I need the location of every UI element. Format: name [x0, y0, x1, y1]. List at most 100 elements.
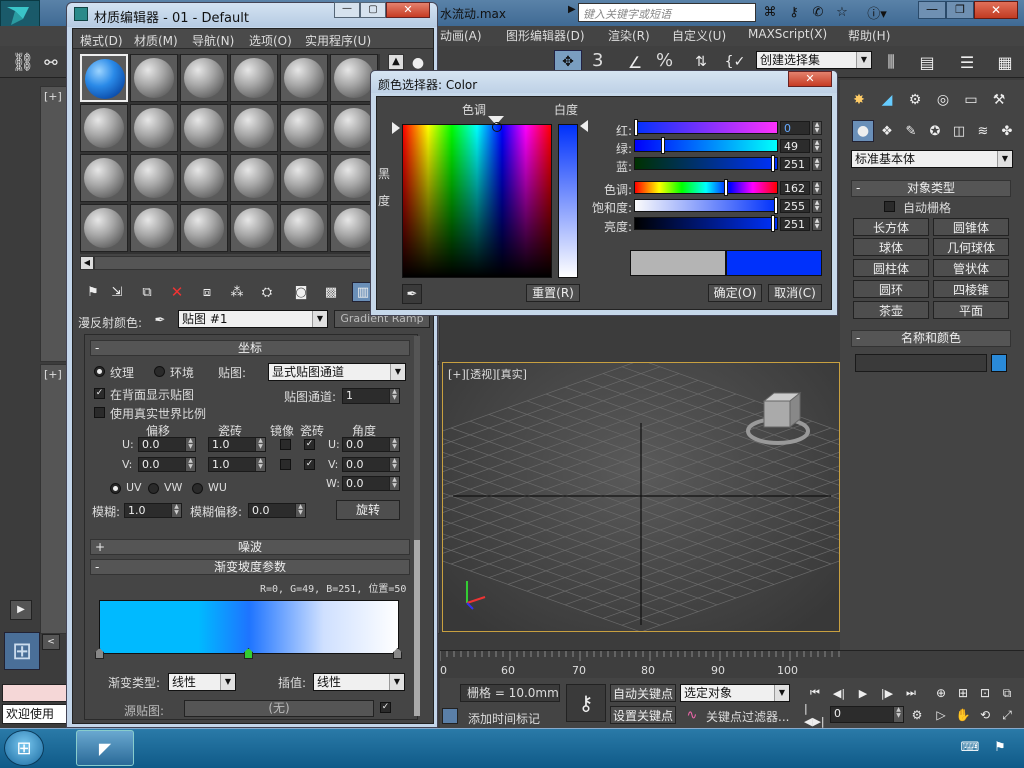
sample-slot[interactable] — [230, 104, 278, 152]
sample-slot[interactable] — [130, 104, 178, 152]
time-config-icon[interactable]: ⚙ — [906, 706, 928, 724]
noise-rollout-header[interactable]: + 噪波 — [90, 539, 410, 555]
sat-slider[interactable] — [634, 199, 778, 212]
motion-tab-icon[interactable]: ◎ — [932, 90, 954, 110]
menu-help[interactable]: 帮助(H) — [848, 27, 890, 44]
new-color-swatch[interactable] — [726, 250, 822, 276]
prev-frame-icon[interactable]: ◀| — [828, 684, 850, 702]
menu-customize[interactable]: 自定义(U) — [672, 27, 726, 44]
key-mode-icon[interactable]: |◀▶| — [804, 702, 826, 728]
sample-slot[interactable] — [80, 154, 128, 202]
map-channel-field[interactable]: 1 ▲ ▼ — [342, 388, 400, 404]
whiteness-marker[interactable] — [580, 120, 588, 132]
help-icon[interactable]: ⓘ▾ — [862, 3, 892, 22]
pan-icon[interactable]: ✋ — [954, 706, 972, 724]
sample-slot[interactable] — [130, 154, 178, 202]
uv-radio[interactable] — [110, 483, 121, 494]
ramp-type-dropdown[interactable]: 线性 — [168, 673, 236, 691]
torus-button[interactable]: 圆环 — [853, 280, 929, 298]
sample-slot[interactable] — [180, 154, 228, 202]
sample-slot[interactable] — [280, 154, 328, 202]
align-icon[interactable]: ▤ — [914, 50, 940, 74]
sample-slot[interactable] — [280, 104, 328, 152]
blur-field[interactable]: 1.0 ▲ ▼ — [124, 503, 182, 518]
gradient-ramp[interactable] — [99, 600, 399, 654]
sample-slot[interactable] — [180, 54, 228, 102]
left-side-tab[interactable]: < — [42, 634, 60, 650]
next-frame-icon[interactable]: |▶ — [876, 684, 898, 702]
blur-offset-field[interactable]: 0.0 ▲ ▼ — [248, 503, 306, 518]
eyedropper-icon[interactable]: ✒ — [150, 310, 170, 330]
reset-button[interactable]: 重置(R) — [526, 284, 580, 302]
graphite-tools-icon[interactable]: ▦ — [992, 50, 1018, 74]
u-offset-field[interactable]: 0.0 ▲ ▼ — [138, 437, 196, 452]
box-button[interactable]: 长方体 — [853, 218, 929, 236]
make-unique-icon[interactable]: ⁂ — [226, 282, 248, 302]
menu-maxscript[interactable]: MAXScript(X) — [748, 27, 827, 41]
orbit-icon[interactable]: ⟲ — [976, 706, 994, 724]
me-minimize-button[interactable]: — — [334, 2, 360, 18]
rotate-button[interactable]: 旋转 — [336, 500, 400, 520]
sample-slot[interactable] — [230, 154, 278, 202]
plane-button[interactable]: 平面 — [933, 301, 1009, 319]
me-close-button[interactable]: ✕ — [386, 2, 430, 18]
sample-slot[interactable] — [80, 104, 128, 152]
time-tag-icon[interactable] — [442, 708, 458, 724]
red-slider[interactable] — [634, 121, 778, 134]
menu-animation[interactable]: 动画(A) — [440, 27, 482, 44]
get-material-icon[interactable]: ⚑ — [82, 282, 104, 302]
category-dropdown[interactable]: 标准基本体 — [851, 150, 1013, 168]
maxscript-mini-listener[interactable] — [2, 684, 68, 702]
assign-material-icon[interactable]: ⧉ — [136, 282, 158, 302]
ramp-params-rollout-header[interactable]: - 渐变坡度参数 — [90, 559, 410, 575]
star-icon[interactable]: ☆ — [832, 3, 852, 22]
cp-eyedropper-icon[interactable]: ✒ — [402, 284, 422, 304]
key-icon[interactable]: ⚷ — [784, 3, 804, 22]
name-color-rollout-header[interactable]: - 名称和颜色 — [851, 330, 1011, 347]
green-slider-thumb[interactable] — [660, 137, 665, 154]
pyramid-button[interactable]: 四棱锥 — [933, 280, 1009, 298]
sat-spinner[interactable]: ▲ ▼ — [812, 199, 822, 213]
v-offset-field[interactable]: 0.0 ▲ ▼ — [138, 457, 196, 472]
object-type-rollout-header[interactable]: - 对象类型 — [851, 180, 1011, 197]
blue-field[interactable]: 251 — [780, 157, 810, 171]
copy-material-icon[interactable]: ⧈ — [196, 282, 218, 302]
cp-close-button[interactable]: ✕ — [788, 71, 832, 87]
add-time-tag[interactable]: 添加时间标记 — [468, 710, 540, 727]
main-close-button[interactable]: ✕ — [974, 1, 1018, 19]
maximize-viewport-icon[interactable]: ⤢ — [998, 706, 1016, 724]
unlink-icon[interactable]: ⚯ — [38, 50, 64, 74]
sample-slot[interactable] — [230, 204, 278, 252]
v-mirror-checkbox[interactable] — [280, 459, 291, 470]
green-field[interactable]: 49 — [780, 139, 810, 153]
spacewarps-icon[interactable]: ≋ — [972, 120, 994, 142]
wu-radio[interactable] — [192, 483, 203, 494]
old-color-swatch[interactable] — [630, 250, 726, 276]
cone-button[interactable]: 圆锥体 — [933, 218, 1009, 236]
red-slider-thumb[interactable] — [634, 119, 638, 136]
display-tab-icon[interactable]: ▭ — [960, 90, 982, 110]
main-restore-button[interactable]: ❐ — [946, 1, 974, 19]
put-to-library-icon[interactable]: ⛭ — [256, 282, 278, 302]
shapes-icon[interactable]: ❖ — [876, 120, 898, 142]
blue-spinner[interactable]: ▲ ▼ — [812, 157, 822, 171]
communication-icon[interactable]: ✆ — [808, 3, 828, 22]
val-spinner[interactable]: ▲ ▼ — [812, 217, 822, 231]
object-name-field[interactable] — [855, 354, 987, 372]
whiteness-bar[interactable] — [558, 124, 578, 278]
key-filters[interactable]: 关键点过滤器... — [706, 708, 789, 725]
sample-slot[interactable] — [180, 104, 228, 152]
sample-slot[interactable] — [230, 54, 278, 102]
hue-crosshair[interactable] — [492, 122, 502, 132]
viewport-tl-label[interactable]: [+] — [44, 90, 62, 103]
map-name-field[interactable]: 贴图 #1 — [178, 310, 328, 328]
named-selection-dropdown[interactable]: 创建选择集 — [756, 51, 872, 69]
source-map-checkbox[interactable]: ✓ — [380, 702, 391, 713]
zoom-all-icon[interactable]: ⊞ — [954, 684, 972, 702]
sample-scroll-left[interactable]: ◀ — [80, 256, 94, 270]
sample-slot[interactable] — [280, 54, 328, 102]
sample-slot[interactable] — [280, 204, 328, 252]
sample-slot[interactable] — [180, 204, 228, 252]
val-field[interactable]: 251 — [780, 217, 810, 231]
sample-type-button[interactable]: ▲ — [388, 54, 404, 70]
